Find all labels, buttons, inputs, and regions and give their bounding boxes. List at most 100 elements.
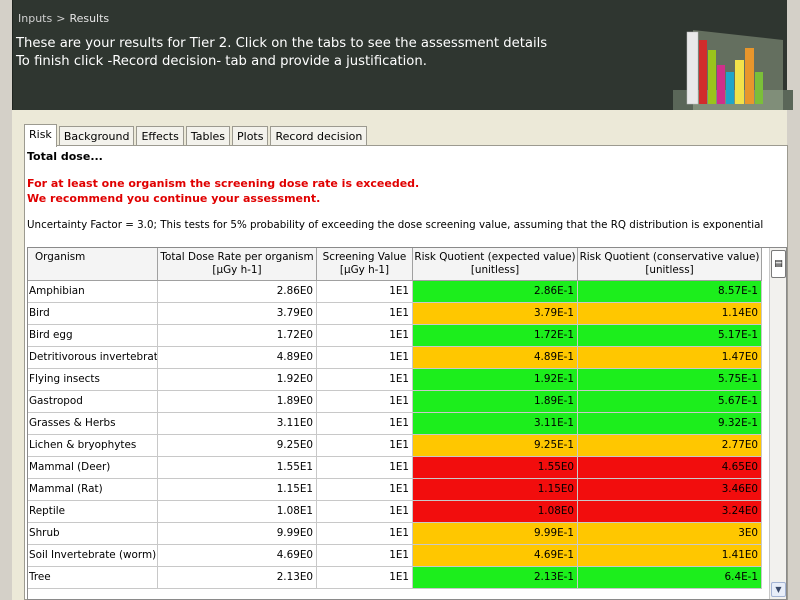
- table-header: Organism Total Dose Rate per organism [µ…: [28, 248, 768, 281]
- breadcrumb: Inputs > Results: [18, 12, 109, 25]
- column-header-unit: [unitless]: [645, 264, 694, 276]
- cell-total-dose-rate: 2.86E0: [158, 281, 317, 303]
- column-header-organism[interactable]: Organism: [28, 248, 158, 281]
- cell-rq-conservative: 5.67E-1: [578, 391, 762, 413]
- cell-rq-conservative: 1.14E0: [578, 303, 762, 325]
- header-message: These are your results for Tier 2. Click…: [16, 35, 547, 71]
- table-row[interactable]: Lichen & bryophytes 9.25E0 1E1 9.25E-1 2.77E…: [28, 435, 768, 457]
- cell-organism: Bird egg: [28, 325, 158, 347]
- cell-screening-value: 1E1: [317, 457, 413, 479]
- cell-screening-value: 1E1: [317, 435, 413, 457]
- tab-tables[interactable]: Tables: [185, 126, 231, 147]
- vertical-scrollbar[interactable]: ▤ ▼: [769, 248, 786, 599]
- cell-total-dose-rate: 3.79E0: [158, 303, 317, 325]
- cell-screening-value: 1E1: [317, 501, 413, 523]
- cell-rq-expected: 1.89E-1: [413, 391, 578, 413]
- cell-organism: Mammal (Rat): [28, 479, 158, 501]
- cell-rq-expected: 9.99E-1: [413, 523, 578, 545]
- column-header-label: Organism: [35, 251, 86, 263]
- cell-total-dose-rate: 1.89E0: [158, 391, 317, 413]
- cell-screening-value: 1E1: [317, 281, 413, 303]
- tab-record-decision[interactable]: Record decision: [270, 126, 368, 147]
- cell-screening-value: 1E1: [317, 347, 413, 369]
- cell-rq-conservative: 3E0: [578, 523, 762, 545]
- column-header-rq-conservative[interactable]: Risk Quotient (conservative value) [unit…: [578, 248, 762, 281]
- cell-rq-expected: 1.92E-1: [413, 369, 578, 391]
- cell-total-dose-rate: 2.13E0: [158, 567, 317, 589]
- table-row[interactable]: Tree 2.13E0 1E1 2.13E-1 6.4E-1: [28, 567, 768, 589]
- cell-screening-value: 1E1: [317, 325, 413, 347]
- tab-effects[interactable]: Effects: [136, 126, 184, 147]
- column-header-unit: [µGy h-1]: [339, 264, 390, 276]
- column-header-label: Risk Quotient (conservative value): [579, 251, 760, 263]
- column-header-rq-expected[interactable]: Risk Quotient (expected value) [unitless…: [413, 248, 578, 281]
- column-header-label: Total Dose Rate per organism: [160, 251, 314, 263]
- cell-rq-expected: 2.13E-1: [413, 567, 578, 589]
- cell-organism: Mammal (Deer): [28, 457, 158, 479]
- cell-rq-expected: 4.69E-1: [413, 545, 578, 567]
- continue-assessment-warning: We recommend you continue your assessmen…: [27, 192, 321, 205]
- cell-rq-expected: 1.08E0: [413, 501, 578, 523]
- cell-screening-value: 1E1: [317, 303, 413, 325]
- column-header-unit: [µGy h-1]: [212, 264, 262, 276]
- cell-screening-value: 1E1: [317, 479, 413, 501]
- table-row[interactable]: Grasses & Herbs 3.11E0 1E1 3.11E-1 9.32E-1: [28, 413, 768, 435]
- cell-organism: Flying insects: [28, 369, 158, 391]
- cell-rq-conservative: 8.57E-1: [578, 281, 762, 303]
- cell-organism: Tree: [28, 567, 158, 589]
- table-row[interactable]: Detritivorous invertebrate 4.89E0 1E1 4.89E…: [28, 347, 768, 369]
- table-row[interactable]: Bird egg 1.72E0 1E1 1.72E-1 5.17E-1: [28, 325, 768, 347]
- table-row[interactable]: Mammal (Deer) 1.55E1 1E1 1.55E0 4.65E0: [28, 457, 768, 479]
- cell-rq-expected: 1.72E-1: [413, 325, 578, 347]
- column-header-label: Risk Quotient (expected value): [414, 251, 576, 263]
- cell-rq-conservative: 1.47E0: [578, 347, 762, 369]
- column-chooser-icon[interactable]: ▤: [771, 250, 786, 278]
- cell-rq-expected: 2.86E-1: [413, 281, 578, 303]
- tab-risk[interactable]: Risk: [24, 124, 57, 147]
- column-header-total-dose-rate[interactable]: Total Dose Rate per organism [µGy h-1]: [158, 248, 317, 281]
- table-row[interactable]: Amphibian 2.86E0 1E1 2.86E-1 8.57E-1: [28, 281, 768, 303]
- cell-organism: Reptile: [28, 501, 158, 523]
- cell-total-dose-rate: 9.99E0: [158, 523, 317, 545]
- cell-total-dose-rate: 4.69E0: [158, 545, 317, 567]
- cell-screening-value: 1E1: [317, 545, 413, 567]
- cell-rq-expected: 1.55E0: [413, 457, 578, 479]
- cell-organism: Detritivorous invertebrate: [28, 347, 158, 369]
- table-row[interactable]: Soil Invertebrate (worm) 4.69E0 1E1 4.69E-1…: [28, 545, 768, 567]
- table-row[interactable]: Gastropod 1.89E0 1E1 1.89E-1 5.67E-1: [28, 391, 768, 413]
- risk-panel: Total dose... For at least one organism …: [24, 145, 788, 600]
- header-line-1: These are your results for Tier 2. Click…: [16, 36, 548, 51]
- cell-rq-conservative: 5.17E-1: [578, 325, 762, 347]
- column-header-label: Screening Value: [322, 251, 407, 263]
- table-row[interactable]: Mammal (Rat) 1.15E1 1E1 1.15E0 3.46E0: [28, 479, 768, 501]
- cell-rq-conservative: 4.65E0: [578, 457, 762, 479]
- cell-total-dose-rate: 3.11E0: [158, 413, 317, 435]
- tab-background[interactable]: Background: [58, 126, 135, 147]
- cell-total-dose-rate: 1.55E1: [158, 457, 317, 479]
- cell-rq-expected: 4.89E-1: [413, 347, 578, 369]
- cell-screening-value: 1E1: [317, 391, 413, 413]
- cell-organism: Lichen & bryophytes: [28, 435, 158, 457]
- cell-organism: Shrub: [28, 523, 158, 545]
- cell-organism: Bird: [28, 303, 158, 325]
- cell-rq-conservative: 6.4E-1: [578, 567, 762, 589]
- cell-total-dose-rate: 4.89E0: [158, 347, 317, 369]
- cell-rq-conservative: 2.77E0: [578, 435, 762, 457]
- column-header-screening-value[interactable]: Screening Value [µGy h-1]: [317, 248, 413, 281]
- table-row[interactable]: Reptile 1.08E1 1E1 1.08E0 3.24E0: [28, 501, 768, 523]
- cell-total-dose-rate: 1.08E1: [158, 501, 317, 523]
- cell-screening-value: 1E1: [317, 369, 413, 391]
- scroll-down-arrow-icon[interactable]: ▼: [771, 582, 786, 597]
- cell-organism: Gastropod: [28, 391, 158, 413]
- table-row[interactable]: Shrub 9.99E0 1E1 9.99E-1 3E0: [28, 523, 768, 545]
- breadcrumb-separator: >: [56, 12, 66, 25]
- breadcrumb-inputs[interactable]: Inputs: [18, 12, 52, 25]
- tab-plots[interactable]: Plots: [232, 126, 269, 147]
- cell-rq-conservative: 9.32E-1: [578, 413, 762, 435]
- cell-total-dose-rate: 9.25E0: [158, 435, 317, 457]
- table-row[interactable]: Bird 3.79E0 1E1 3.79E-1 1.14E0: [28, 303, 768, 325]
- results-header: Inputs > Results These are your results fo…: [12, 0, 793, 110]
- cell-rq-conservative: 3.46E0: [578, 479, 762, 501]
- table-row[interactable]: Flying insects 1.92E0 1E1 1.92E-1 5.75E-1: [28, 369, 768, 391]
- results-table: Organism Total Dose Rate per organism [µ…: [27, 247, 787, 600]
